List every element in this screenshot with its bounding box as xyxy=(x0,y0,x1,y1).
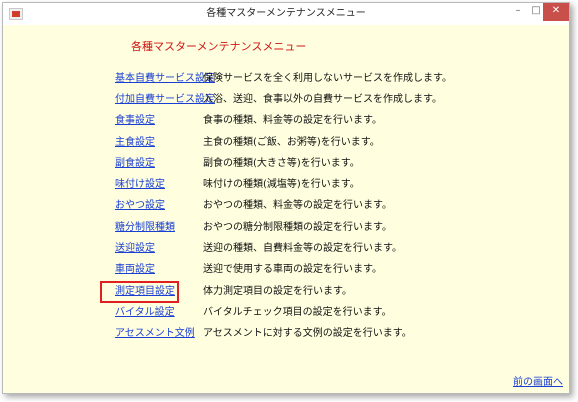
title-bar: 各種マスターメンテナンスメニュー – □ ✕ xyxy=(3,3,569,25)
menu-description: おやつの糖分制限種類の設定を行います。 xyxy=(203,222,392,233)
menu-row: 送迎設定 送迎の種類、自費料金等の設定を行います。 xyxy=(3,241,563,257)
back-link[interactable]: 前の画面へ xyxy=(513,376,563,390)
menu-link-basic-self-pay-service[interactable]: 基本自費サービス設定 xyxy=(115,71,215,87)
menu-panel: 各種マスターメンテナンスメニュー 基本自費サービス設定 保険サービスを全く利用し… xyxy=(3,25,569,393)
minimize-button[interactable]: – xyxy=(509,3,527,21)
highlight-box xyxy=(100,281,179,303)
menu-description: おやつの種類、料金等の設定を行います。 xyxy=(203,200,392,211)
menu-row: 副食設定 副食の種類(大きさ等)を行います。 xyxy=(3,156,563,172)
menu-row: アセスメント文例 アセスメントに対する文例の設定を行います。 xyxy=(3,326,563,342)
menu-link-meal[interactable]: 食事設定 xyxy=(115,113,155,129)
menu-description: アセスメントに対する文例の設定を行います。 xyxy=(203,328,412,339)
menu-row: 付加自費サービス設定 入浴、送迎、食事以外の自費サービスを作成します。 xyxy=(3,92,563,108)
close-button[interactable]: ✕ xyxy=(543,3,569,21)
menu-description: 体力測定項目の設定を行います。 xyxy=(203,286,352,297)
menu-link-transport[interactable]: 送迎設定 xyxy=(115,241,155,257)
menu-description: 主食の種類(ご飯、お粥等)を行います。 xyxy=(203,137,380,148)
menu-row: 食事設定 食事の種類、料金等の設定を行います。 xyxy=(3,113,563,129)
menu-row: 測定項目設定 体力測定項目の設定を行います。 xyxy=(3,284,563,300)
menu-link-side-dish[interactable]: 副食設定 xyxy=(115,156,155,172)
page-title: 各種マスターメンテナンスメニュー xyxy=(131,40,307,53)
menu-description: 入浴、送迎、食事以外の自費サービスを作成します。 xyxy=(203,94,442,105)
menu-row: 基本自費サービス設定 保険サービスを全く利用しないサービスを作成します。 xyxy=(3,71,563,87)
menu-description: 保険サービスを全く利用しないサービスを作成します。 xyxy=(203,73,452,84)
menu-description: 副食の種類(大きさ等)を行います。 xyxy=(203,158,360,169)
menu-description: 送迎の種類、自費料金等の設定を行います。 xyxy=(203,243,402,254)
menu-link-seasoning[interactable]: 味付け設定 xyxy=(115,177,165,193)
menu-row: 主食設定 主食の種類(ご飯、お粥等)を行います。 xyxy=(3,135,563,151)
menu-row: 車両設定 送迎で使用する車両の設定を行います。 xyxy=(3,262,563,278)
menu-description: 送迎で使用する車両の設定を行います。 xyxy=(203,264,382,275)
menu-link-additional-self-pay-service[interactable]: 付加自費サービス設定 xyxy=(115,92,215,108)
menu-link-assessment-examples[interactable]: アセスメント文例 xyxy=(115,326,195,342)
menu-link-vehicle[interactable]: 車両設定 xyxy=(115,262,155,278)
menu-row: バイタル設定 バイタルチェック項目の設定を行います。 xyxy=(3,305,563,321)
menu-row: おやつ設定 おやつの種類、料金等の設定を行います。 xyxy=(3,198,563,214)
menu-row: 糖分制限種類 おやつの糖分制限種類の設定を行います。 xyxy=(3,220,563,236)
menu-link-sugar-restriction[interactable]: 糖分制限種類 xyxy=(115,220,175,236)
menu-link-staple-food[interactable]: 主食設定 xyxy=(115,135,155,151)
app-window: 各種マスターメンテナンスメニュー – □ ✕ 各種マスターメンテナンスメニュー … xyxy=(2,2,570,394)
menu-link-vital[interactable]: バイタル設定 xyxy=(115,305,175,321)
menu-row: 味付け設定 味付けの種類(減塩等)を行います。 xyxy=(3,177,563,193)
menu-description: バイタルチェック項目の設定を行います。 xyxy=(203,307,392,318)
window-title: 各種マスターメンテナンスメニュー xyxy=(206,8,366,19)
menu-description: 味付けの種類(減塩等)を行います。 xyxy=(203,179,360,190)
menu-link-snack[interactable]: おやつ設定 xyxy=(115,198,165,214)
menu-description: 食事の種類、料金等の設定を行います。 xyxy=(203,115,382,126)
